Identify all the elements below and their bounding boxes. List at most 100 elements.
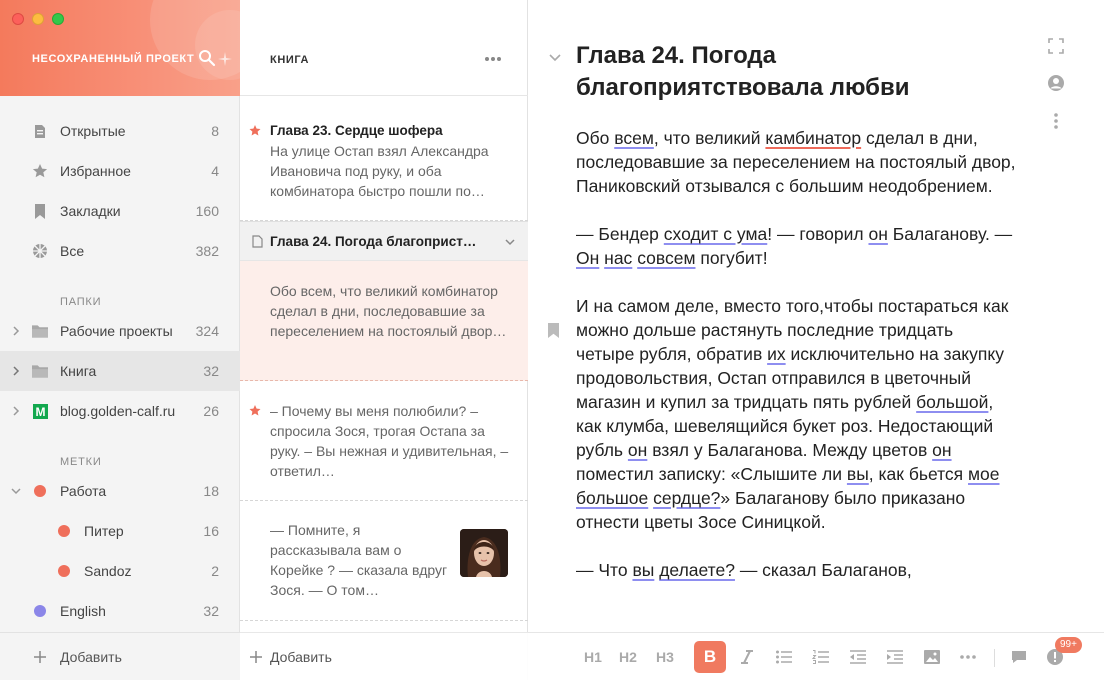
sidebar-item-label: Sandoz [84,563,132,579]
note-snippet: Обо всем, что великий комбинатор сделал … [270,283,507,339]
doc-icon [32,123,48,139]
medium-icon: M [32,403,48,419]
sidebar-item-count: 160 [195,203,219,219]
sidebar-item-label: Рабочие проекты [60,323,173,339]
italic-icon[interactable] [738,647,756,667]
sidebar-tag-sandoz[interactable]: Sandoz 2 [0,551,240,591]
notification-badge: 99+ [1055,637,1082,653]
heading3-button[interactable]: H3 [654,647,676,667]
sidebar-item-count: 18 [203,483,219,499]
note-snippet: – Почему вы меня полюбили? – спросила Зо… [270,403,509,479]
note-thumbnail-image [460,529,508,577]
tag-dot-icon [32,603,48,619]
note-snippet: На улице Остап взял Александра Ивановича… [270,143,489,199]
all-notes-icon [32,243,48,259]
chevron-right-icon[interactable] [11,366,21,376]
document-body[interactable]: Обо всем, что великий камбинатор сделал … [576,126,1016,606]
add-label: Добавить [60,648,122,665]
sidebar-item-count: 382 [195,243,219,259]
heading2-button[interactable]: H2 [617,647,639,667]
sidebar-item-label: Избранное [60,163,131,179]
numbered-list-icon[interactable] [812,647,830,667]
project-title[interactable]: НЕСОХРАНЕННЫЙ ПРОЕКТ [32,53,194,65]
sidebar-item-count: 2 [211,563,219,579]
plus-icon [34,651,46,663]
more-horizontal-icon[interactable] [959,647,977,667]
sidebar-tag-piter[interactable]: Питер 16 [0,511,240,551]
tags-heading: МЕТКИ [60,456,102,468]
chevron-right-icon[interactable] [11,326,21,336]
sidebar-item-work-projects[interactable]: Рабочие проекты 324 [0,311,240,351]
chevron-right-icon[interactable] [11,406,21,416]
window-minimize-button[interactable] [32,13,44,25]
sidebar-item-label: Работа [60,483,107,499]
document-title[interactable]: Глава 24. Погода благоприятствовала любв… [576,40,996,104]
editor: Глава 24. Погода благоприятствовала любв… [528,0,1104,680]
sidebar-tag-english[interactable]: English 32 [0,591,240,631]
sidebar-add-button[interactable]: Добавить [0,632,240,680]
window-close-button[interactable] [12,13,24,25]
sidebar-item-favorites[interactable]: Избранное 4 [0,151,240,191]
folders-heading: ПАПКИ [60,296,102,308]
more-vertical-icon[interactable] [1046,111,1066,131]
paragraph: — Бендер сходит с ума! — говорил он Бала… [576,224,1013,268]
note-title: Глава 23. Сердце шофера [270,123,443,138]
formatting-toolbar: H1 H2 H3 B [528,632,1104,680]
tag-dot-icon [56,563,72,579]
sidebar-item-label: Все [60,243,85,259]
bold-button[interactable]: B [694,641,726,673]
sidebar-item-book[interactable]: Книга 32 [0,351,240,391]
chevron-down-icon[interactable] [11,486,21,496]
selected-note-item[interactable]: Обо всем, что великий комбинатор сделал … [240,261,528,381]
tag-dot-icon [56,523,72,539]
window-zoom-button[interactable] [52,13,64,25]
sidebar-item-count: 26 [203,403,219,419]
note-item[interactable]: Глава 23. Сердце шофера На улице Остап в… [240,96,528,221]
note-list-header: КНИГА [240,0,528,96]
sidebar-item-count: 8 [211,123,219,139]
star-icon [249,125,261,136]
selected-note-header[interactable]: Глава 24. Погода благоприст… [240,221,528,261]
sidebar-tag-work[interactable]: Работа 18 [0,471,240,511]
sidebar-item-label: Открытые [60,123,126,139]
bookmark-icon [32,203,48,219]
search-icon[interactable] [198,49,216,67]
chevron-down-icon[interactable] [504,236,516,248]
sidebar-item-all[interactable]: Все 382 [0,231,240,271]
note-title: Глава 24. Погода благоприст… [270,234,477,249]
comment-icon[interactable] [1010,647,1028,667]
paragraph: Обо всем, что великий камбинатор сделал … [576,128,1016,196]
sidebar-item-count: 4 [211,163,219,179]
indent-icon[interactable] [886,647,904,667]
sidebar-header: НЕСОХРАНЕННЫЙ ПРОЕКТ [0,0,240,96]
more-icon[interactable] [483,50,503,68]
paragraph: И на самом деле, вместо того,чтобы поста… [576,296,1009,532]
sidebar-item-count: 32 [203,603,219,619]
sidebar-item-label: Закладки [60,203,121,219]
sidebar: НЕСОХРАНЕННЫЙ ПРОЕКТ Открытые 8 Избранно… [0,0,240,680]
user-icon[interactable] [1046,73,1066,93]
bullet-list-icon[interactable] [775,647,793,667]
bookmark-icon[interactable] [548,323,559,338]
folder-icon [32,363,48,379]
sidebar-item-blog[interactable]: M blog.golden-calf.ru 26 [0,391,240,431]
sidebar-item-label: Питер [84,523,124,539]
sidebar-item-label: blog.golden-calf.ru [60,403,176,419]
star-icon [249,405,261,416]
note-item[interactable]: – Почему вы меня полюбили? – спросила Зо… [240,381,528,501]
outdent-icon[interactable] [849,647,867,667]
sidebar-item-label: Книга [60,363,97,379]
paragraph: — Что вы делаете? — сказал Балаганов, [576,560,912,580]
sidebar-item-label: English [60,603,106,619]
heading1-button[interactable]: H1 [582,647,604,667]
collapse-chevron-icon[interactable] [548,52,562,64]
image-icon[interactable] [923,647,941,667]
sparkle-icon [218,52,232,66]
note-item[interactable]: — Помните, я рассказывала вам о Корейке … [240,501,528,621]
toolbar-divider [994,649,995,667]
fullscreen-icon[interactable] [1046,36,1066,56]
sidebar-item-open[interactable]: Открытые 8 [0,111,240,151]
add-label: Добавить [270,649,332,665]
notelist-add-button[interactable]: Добавить [240,632,528,680]
sidebar-item-bookmarks[interactable]: Закладки 160 [0,191,240,231]
